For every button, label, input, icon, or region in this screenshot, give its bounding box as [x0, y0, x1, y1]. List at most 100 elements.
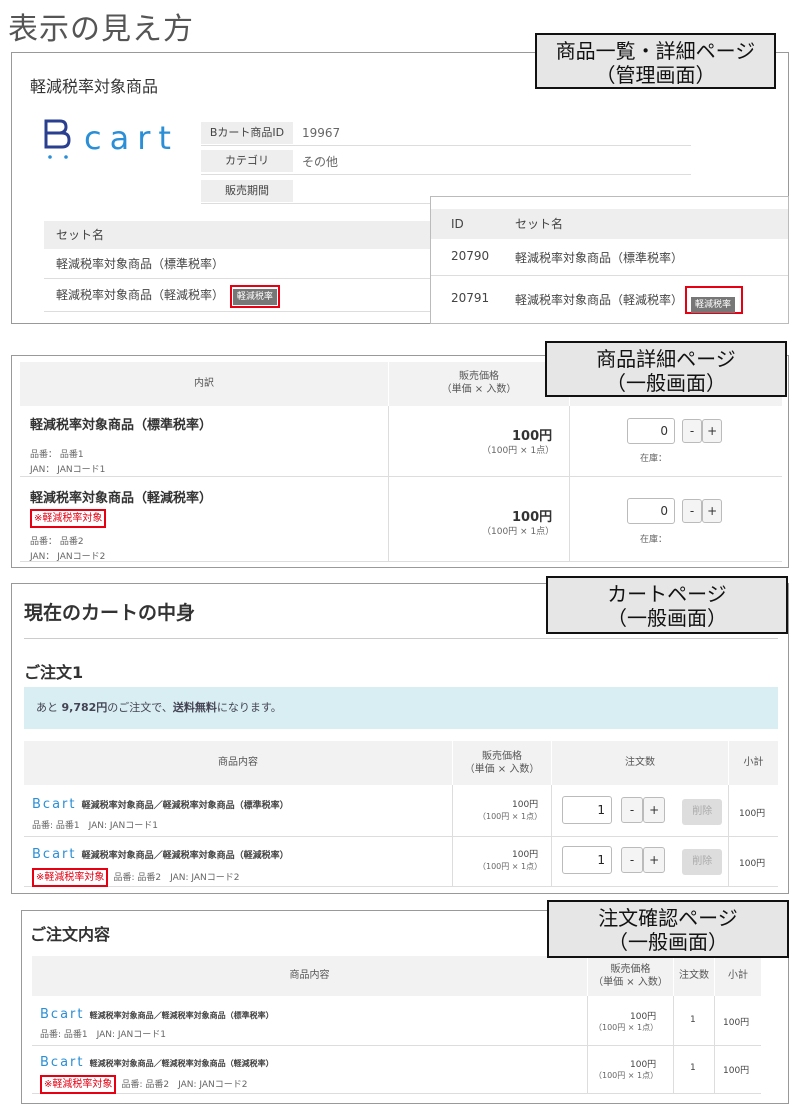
cart-qty-control: 1 - + 削除 — [562, 796, 723, 825]
confirm-price-sub: （100円 × 1点） — [594, 1071, 659, 1080]
delete-button[interactable]: 削除 — [682, 799, 723, 825]
cart-col-subtotal: 小計 — [729, 741, 778, 785]
quantity-input[interactable]: 1 — [562, 796, 612, 824]
cart-item-name[interactable]: 軽減税率対象商品／軽減税率対象商品（標準税率） — [82, 801, 289, 811]
cart-row: Bcart 軽減税率対象商品／軽減税率対象商品（標準税率） 品番: 品番1 JA… — [32, 793, 289, 831]
cart-price-sub: （100円 × 1点） — [478, 812, 543, 821]
detail-price-sub: （100円 × 1点） — [482, 527, 555, 537]
delete-button[interactable]: 削除 — [682, 849, 723, 875]
list-col-set: セット名 — [515, 217, 564, 231]
cart-price-sub: （100円 × 1点） — [478, 862, 543, 871]
admin-product-heading: 軽減税率対象商品 — [30, 77, 159, 96]
detail-item-jan: JAN： JANコード1 — [30, 465, 106, 475]
cart-item-meta: 品番: 品番2 JAN: JANコード2 — [113, 873, 240, 883]
reduced-tax-badge: 軽減税率 — [691, 297, 736, 313]
list-header: ID セット名 — [431, 209, 788, 239]
detail-item-code: 品番： 品番2 — [30, 537, 84, 547]
field-key-sales-period: 販売期間 — [201, 180, 293, 202]
list-row[interactable]: 20790 軽減税率対象商品（標準税率） — [431, 249, 788, 273]
reduced-tax-note: ※軽減税率対象 — [32, 868, 109, 887]
confirm-price-sub: （100円 × 1点） — [594, 1023, 659, 1032]
detail-price: 100円 — [512, 429, 553, 444]
cart-qty-control: 1 - + 削除 — [562, 846, 723, 875]
callout-admin: 商品一覧・詳細ページ （管理画面） — [535, 33, 776, 89]
confirm-item-name: 軽減税率対象商品／軽減税率対象商品（標準税率） — [89, 1011, 274, 1020]
detail-price-sub: （100円 × 1点） — [482, 446, 555, 456]
set-row-standard[interactable]: 軽減税率対象商品（標準税率） — [56, 255, 224, 272]
bcart-mini-logo: Bcart — [32, 847, 77, 862]
confirm-subtotal: 100円 — [723, 1018, 750, 1028]
detail-row: 軽減税率対象商品（軽減税率） ※軽減税率対象 品番： 品番2 JAN： JANコ… — [30, 487, 212, 562]
minus-button[interactable]: - — [621, 797, 644, 823]
cart-col-qty: 注文数 — [552, 741, 728, 785]
detail-qty-control: 0 - + — [627, 418, 723, 444]
detail-item-code: 品番： 品番1 — [30, 450, 84, 460]
confirm-item-meta: 品番: 品番2 JAN: JANコード2 — [121, 1080, 248, 1090]
confirm-title: ご注文内容 — [30, 925, 111, 944]
reduced-tax-note: ※軽減税率対象 — [40, 1075, 117, 1094]
cart-price: 100円 — [512, 800, 539, 810]
detail-item-jan: JAN： JANコード2 — [30, 552, 106, 562]
minus-button[interactable]: - — [682, 499, 703, 523]
bcart-logo: cart — [44, 119, 194, 165]
cart-title: 現在のカートの中身 — [24, 602, 196, 624]
quantity-input[interactable]: 0 — [627, 498, 675, 524]
callout-cart: カートページ （一般画面） — [546, 576, 788, 634]
detail-price: 100円 — [512, 510, 553, 525]
confirm-row: Bcart 軽減税率対象商品／軽減税率対象商品（軽減税率） ※軽減税率対象 品番… — [40, 1051, 274, 1094]
confirm-col-item: 商品内容 — [32, 956, 587, 996]
plus-button[interactable]: + — [702, 419, 723, 443]
order-title: ご注文1 — [24, 663, 84, 682]
confirm-price: 100円 — [630, 1060, 657, 1070]
free-shipping-notice: あと 9,782円のご注文で、送料無料になります。 — [24, 687, 778, 729]
list-col-id: ID — [451, 217, 464, 231]
confirm-subtotal: 100円 — [723, 1066, 750, 1076]
bcart-logo-text: cart — [84, 119, 179, 157]
field-key-product-id: Bカート商品ID — [201, 122, 293, 144]
confirm-col-qty: 注文数 — [674, 956, 714, 996]
bcart-mini-logo: Bcart — [32, 797, 77, 812]
cart-price: 100円 — [512, 850, 539, 860]
plus-button[interactable]: + — [643, 797, 666, 823]
confirm-col-subtotal: 小計 — [715, 956, 761, 996]
cart-subtotal: 100円 — [739, 859, 766, 869]
quantity-input[interactable]: 0 — [627, 418, 675, 444]
detail-item-name: 軽減税率対象商品（軽減税率） — [30, 491, 213, 506]
cart-row: Bcart 軽減税率対象商品／軽減税率対象商品（軽減税率） ※軽減税率対象 品番… — [32, 843, 289, 887]
field-value-product-id: 19967 — [302, 126, 341, 140]
bcart-mini-logo: Bcart — [40, 1055, 85, 1070]
detail-col-price: 販売価格 （単価 × 入数） — [389, 362, 569, 406]
detail-stock: 在庫： — [640, 454, 668, 464]
quantity-input[interactable]: 1 — [562, 846, 612, 874]
minus-button[interactable]: - — [621, 847, 644, 873]
cart-col-item: 商品内容 — [24, 741, 452, 785]
detail-item-name: 軽減税率対象商品（標準税率） — [30, 418, 213, 433]
bcart-mini-logo: Bcart — [40, 1007, 85, 1022]
plus-button[interactable]: + — [643, 847, 666, 873]
detail-row: 軽減税率対象商品（標準税率） 品番： 品番1 JAN： JANコード1 — [30, 414, 212, 475]
page-title: 表示の見え方 — [8, 12, 194, 47]
confirm-qty: 1 — [690, 1015, 696, 1025]
confirm-item-name: 軽減税率対象商品／軽減税率対象商品（軽減税率） — [89, 1059, 274, 1068]
confirm-row: Bcart 軽減税率対象商品／軽減税率対象商品（標準税率） 品番: 品番1 JA… — [40, 1003, 274, 1040]
confirm-item-meta: 品番: 品番1 JAN: JANコード1 — [40, 1030, 167, 1040]
field-key-category: カテゴリ — [201, 150, 293, 172]
reduced-tax-badge: 軽減税率 — [232, 289, 277, 305]
callout-detail: 商品詳細ページ （一般画面） — [545, 341, 787, 397]
callout-confirm: 注文確認ページ （一般画面） — [547, 900, 789, 958]
set-name-header: セット名 — [44, 221, 444, 249]
set-row-reduced[interactable]: 軽減税率対象商品（軽減税率） 軽減税率 — [56, 285, 280, 308]
detail-stock: 在庫： — [640, 535, 668, 545]
confirm-col-price: 販売価格 （単価 × 入数） — [588, 956, 673, 996]
plus-button[interactable]: + — [702, 499, 723, 523]
cart-col-price: 販売価格 （単価 × 入数） — [453, 741, 551, 785]
detail-qty-control: 0 - + — [627, 498, 723, 524]
reduced-tax-note: ※軽減税率対象 — [30, 509, 107, 528]
field-value-category: その他 — [302, 155, 339, 169]
confirm-qty: 1 — [690, 1063, 696, 1073]
cart-item-meta: 品番: 品番1 JAN: JANコード1 — [32, 821, 159, 831]
confirm-price: 100円 — [630, 1012, 657, 1022]
cart-item-name[interactable]: 軽減税率対象商品／軽減税率対象商品（軽減税率） — [82, 851, 289, 861]
minus-button[interactable]: - — [682, 419, 703, 443]
detail-col-contents: 内訳 — [20, 362, 388, 406]
